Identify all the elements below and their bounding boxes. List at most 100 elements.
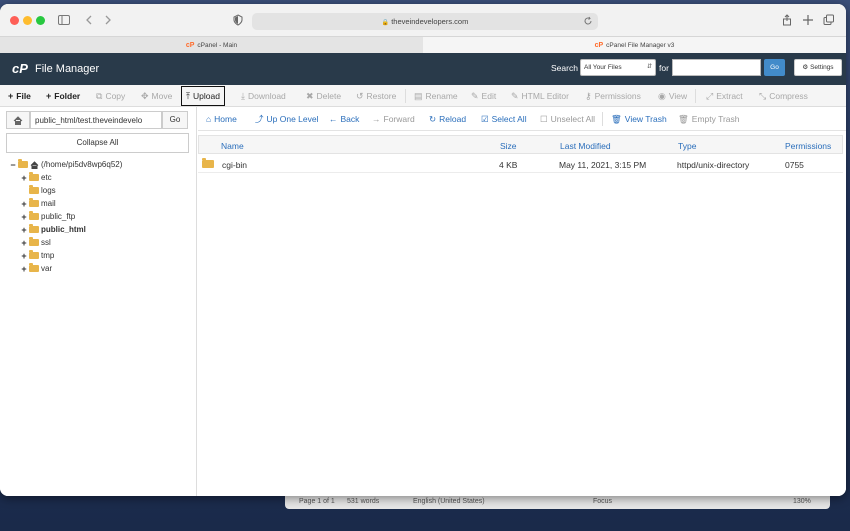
view-label: View: [668, 91, 688, 101]
search-input[interactable]: [672, 59, 761, 76]
search-scope-select[interactable]: All Your Files ⇵: [580, 59, 656, 76]
select-all-button[interactable]: ☑ Select All: [481, 107, 527, 131]
tree-item-ssl[interactable]: + ssl: [21, 236, 51, 249]
compress-button[interactable]: ⤡ Compress: [759, 85, 808, 107]
tab-label: cPanel - Main: [197, 42, 238, 49]
back-arrow-icon[interactable]: [83, 14, 95, 26]
upload-icon: ⤒: [186, 90, 190, 101]
folder-icon: [29, 198, 39, 207]
pencil-icon: ✎: [471, 90, 479, 101]
delete-button[interactable]: ✖ Delete: [306, 85, 341, 107]
table-row[interactable]: cgi-bin 4 KB May 11, 2021, 3:15 PM httpd…: [198, 155, 843, 173]
tree-item-logs[interactable]: logs: [21, 184, 56, 197]
minimize-window-button[interactable]: [23, 16, 32, 25]
expand-plus-icon[interactable]: +: [21, 238, 27, 248]
view-button[interactable]: ◉ View: [658, 85, 687, 107]
tree-item-mail[interactable]: + mail: [21, 197, 56, 210]
tree-root[interactable]: − (/home/pi5dv8wp6q52): [10, 158, 122, 171]
home-directory-button[interactable]: [6, 111, 30, 129]
reload-page-icon[interactable]: [583, 16, 593, 26]
empty-trash-label: Empty Trash: [691, 114, 740, 124]
extract-label: Extract: [716, 91, 743, 101]
tree-item-label: etc: [41, 173, 52, 182]
home-icon: [13, 115, 23, 125]
share-icon[interactable]: [781, 14, 793, 26]
extract-button[interactable]: ⤢ Extract: [706, 85, 743, 107]
home-icon: [30, 160, 39, 169]
edit-button[interactable]: ✎ Edit: [471, 85, 496, 107]
tab-file-manager[interactable]: cP cPanel File Manager v3: [423, 37, 846, 54]
plus-icon: +: [8, 91, 14, 101]
download-button[interactable]: ⤓ Download: [241, 85, 286, 107]
eye-icon: ◉: [658, 90, 666, 101]
new-tab-plus-icon[interactable]: [802, 14, 814, 26]
focus-label: Focus: [593, 498, 613, 505]
move-label: Move: [151, 91, 173, 101]
unselect-all-button[interactable]: ☐ Unselect All: [540, 107, 595, 131]
collapse-minus-icon[interactable]: −: [10, 160, 16, 170]
permissions-button[interactable]: ⚷ Permissions: [585, 85, 641, 107]
rename-label: Rename: [425, 91, 458, 101]
tab-overview-icon[interactable]: [823, 14, 835, 26]
html-editor-label: HTML Editor: [521, 91, 569, 101]
tree-item-public-ftp[interactable]: + public_ftp: [21, 210, 75, 223]
arrow-left-icon: ←: [329, 114, 338, 124]
view-trash-label: View Trash: [624, 114, 667, 124]
up-one-level-button[interactable]: ⤴ Up One Level: [255, 107, 319, 131]
cpanel-logo[interactable]: cP: [12, 61, 28, 76]
tab-cpanel-main[interactable]: cP cPanel - Main: [0, 37, 423, 54]
empty-trash-button[interactable]: 🗑 Empty Trash: [678, 107, 740, 131]
reload-button[interactable]: ↻ Reload: [429, 107, 466, 131]
view-trash-button[interactable]: 🗑 View Trash: [611, 107, 667, 131]
tree-item-public-html[interactable]: + public_html: [21, 223, 86, 236]
tree-item-var[interactable]: + var: [21, 262, 52, 275]
column-header-size[interactable]: Size: [500, 141, 517, 151]
search-go-button[interactable]: Go: [764, 59, 785, 76]
browser-window: 🔒 theveindevelopers.com cP cPanel - Main…: [0, 4, 846, 496]
column-header-type[interactable]: Type: [678, 141, 696, 151]
move-button[interactable]: ✥ Move: [141, 85, 172, 107]
close-window-button[interactable]: [10, 16, 19, 25]
expand-plus-icon[interactable]: +: [21, 264, 27, 274]
restore-button[interactable]: ↺ Restore: [356, 85, 396, 107]
html-editor-button[interactable]: ✎ HTML Editor: [511, 85, 569, 107]
move-icon: ✥: [141, 90, 149, 101]
restore-icon: ↺: [356, 90, 364, 101]
nav-back-button[interactable]: ← Back: [329, 107, 359, 131]
sidebar-toggle-icon[interactable]: [58, 14, 70, 26]
download-label: Download: [247, 91, 286, 101]
expand-plus-icon[interactable]: +: [21, 225, 27, 235]
upload-label: Upload: [192, 91, 220, 101]
for-label: for: [659, 63, 669, 73]
home-icon: ⌂: [206, 114, 212, 124]
new-file-label: File: [16, 91, 31, 101]
path-go-button[interactable]: Go: [162, 111, 188, 129]
nav-forward-button[interactable]: → Forward: [372, 107, 415, 131]
address-bar[interactable]: 🔒 theveindevelopers.com: [252, 13, 598, 30]
nav-home-button[interactable]: ⌂ Home: [206, 107, 237, 131]
upload-button[interactable]: ⤒ Upload: [181, 86, 225, 106]
gear-icon: ⚙: [802, 64, 809, 71]
folder-icon: [29, 263, 39, 272]
tree-item-label: public_ftp: [41, 212, 76, 221]
column-header-last-modified[interactable]: Last Modified: [560, 141, 611, 151]
new-folder-button[interactable]: + Folder: [46, 85, 80, 107]
copy-button[interactable]: ⧉ Copy: [96, 85, 125, 107]
path-input[interactable]: public_html/test.theveindevelo: [30, 111, 162, 129]
new-file-button[interactable]: + File: [8, 85, 31, 107]
rename-button[interactable]: ▤ Rename: [414, 85, 458, 107]
tree-item-tmp[interactable]: + tmp: [21, 249, 54, 262]
settings-button[interactable]: ⚙ Settings: [794, 59, 842, 76]
forward-arrow-icon[interactable]: [102, 14, 114, 26]
expand-plus-icon[interactable]: +: [21, 173, 27, 183]
new-folder-label: Folder: [54, 91, 81, 101]
expand-plus-icon[interactable]: +: [21, 251, 27, 261]
column-header-name[interactable]: Name: [221, 141, 244, 151]
zoom-window-button[interactable]: [36, 16, 45, 25]
column-header-permissions[interactable]: Permissions: [785, 141, 831, 151]
collapse-all-button[interactable]: Collapse All: [6, 133, 189, 153]
expand-plus-icon[interactable]: +: [21, 212, 27, 222]
tree-item-etc[interactable]: + etc: [21, 171, 52, 184]
privacy-shield-icon[interactable]: [232, 14, 244, 26]
expand-plus-icon[interactable]: +: [21, 199, 27, 209]
